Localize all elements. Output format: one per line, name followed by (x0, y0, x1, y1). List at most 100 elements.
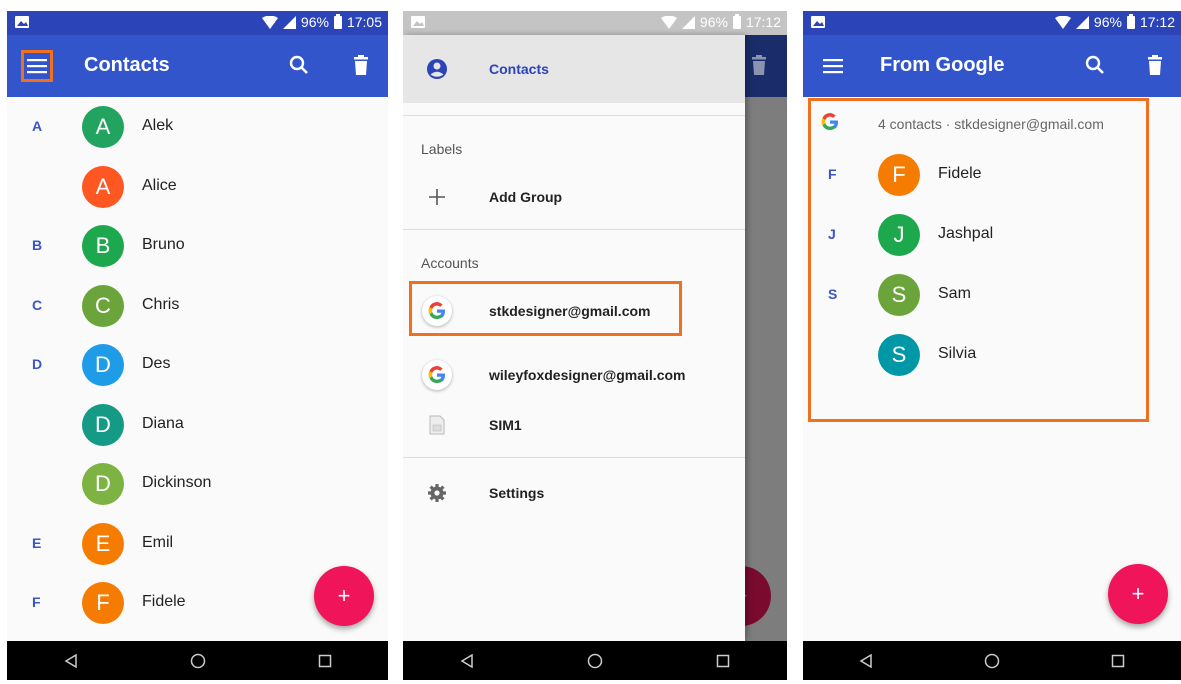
contact-row[interactable]: C C Chris (7, 276, 388, 336)
add-contact-button[interactable]: + (314, 566, 374, 626)
battery-icon (333, 13, 342, 29)
recents-icon (1111, 654, 1125, 667)
avatar: D (82, 403, 124, 446)
contact-row[interactable]: A A Alek (7, 97, 388, 157)
section-letter: A (32, 118, 43, 134)
status-bar: 96% 17:12 (803, 11, 1181, 35)
image-notification-icon (411, 16, 425, 28)
contact-name: Diana (142, 414, 184, 432)
app-bar: Contacts (7, 35, 388, 97)
battery-icon (732, 13, 741, 29)
search-icon[interactable] (1084, 54, 1106, 76)
signal-icon (1075, 15, 1089, 29)
recents-icon (318, 654, 331, 667)
hamburger-icon (823, 59, 843, 74)
recents-button[interactable] (712, 650, 734, 672)
battery-percent: 96% (300, 14, 329, 30)
image-notification-icon (811, 16, 825, 28)
contact-row[interactable]: B B Bruno (7, 216, 388, 276)
app-bar: From Google (803, 35, 1181, 97)
drawer-item-account-wileyfox[interactable]: wileyfoxdesigner@gmail.com (403, 351, 745, 399)
avatar: A (82, 106, 124, 148)
highlight-box (808, 98, 1149, 422)
navigation-drawer: Contacts Labels Add Group Accounts stkde… (403, 35, 745, 641)
highlight-box (409, 281, 682, 336)
contact-row[interactable]: D Dickinson (7, 454, 388, 514)
divider (403, 457, 745, 458)
drawer-item-sim1[interactable]: SIM1 (403, 401, 745, 449)
signal-icon (282, 15, 296, 29)
contact-name: Alek (142, 117, 174, 134)
page-title: Contacts (84, 54, 170, 76)
avatar: D (82, 463, 124, 505)
clock: 17:05 (346, 14, 382, 30)
battery-percent: 96% (1093, 14, 1122, 30)
contact-list: A A Alek A Alice B B Bruno C C Chris D D Des D Diana D Di… (7, 97, 388, 641)
image-notification-icon (15, 16, 29, 28)
contact-row[interactable]: D Diana (7, 395, 388, 455)
contact-row[interactable]: A Alice (7, 157, 388, 217)
account-circle-icon (425, 57, 449, 81)
home-icon (984, 653, 1000, 668)
search-icon[interactable] (288, 54, 310, 76)
back-icon (460, 653, 473, 668)
section-letter: F (32, 594, 41, 610)
drawer-item-contacts[interactable]: Contacts (403, 35, 745, 103)
status-bar: 96% 17:05 (7, 11, 388, 35)
battery-percent: 96% (699, 14, 728, 30)
divider (403, 229, 745, 230)
recents-button[interactable] (314, 650, 336, 672)
contact-name: Alice (142, 176, 177, 194)
delete-icon[interactable] (1144, 54, 1166, 76)
delete-icon (752, 55, 766, 75)
drawer-contacts-label: Contacts (489, 61, 549, 77)
contact-name: Bruno (142, 236, 185, 253)
contact-name: Des (142, 355, 171, 372)
labels-heading: Labels (421, 141, 463, 157)
contact-name: Emil (142, 533, 174, 551)
section-letter: D (32, 356, 43, 372)
gear-icon (425, 481, 449, 505)
add-contact-button[interactable]: + (1108, 564, 1168, 624)
drawer-screen: 96% 17:12 + Contacts Labels Add Group Ac… (403, 11, 787, 680)
status-bar: 96% 17:12 (403, 11, 787, 35)
system-nav-bar (803, 641, 1181, 680)
add-group-label: Add Group (489, 189, 563, 205)
wifi-icon (1054, 15, 1071, 29)
section-letter: B (32, 237, 43, 253)
wifi-icon (261, 15, 278, 29)
back-button[interactable] (456, 650, 478, 672)
plus-icon: + (1131, 581, 1145, 606)
menu-button[interactable] (817, 50, 849, 82)
delete-icon[interactable] (350, 54, 372, 76)
recents-button[interactable] (1107, 650, 1129, 672)
menu-button[interactable] (21, 50, 53, 82)
signal-icon (681, 15, 695, 29)
drawer-item-add-group[interactable]: Add Group (403, 173, 745, 221)
home-button[interactable] (981, 650, 1003, 672)
home-icon (190, 653, 205, 668)
settings-label: Settings (489, 485, 545, 501)
section-letter: C (32, 296, 43, 313)
recents-icon (716, 654, 730, 667)
from-google-screen: 96% 17:12 From Google 4 contacts · stkde… (803, 11, 1181, 680)
contact-row[interactable]: E E Emil (7, 514, 388, 574)
account-label: wileyfoxdesigner@gmail.com (489, 367, 686, 383)
divider (403, 115, 745, 116)
drawer-item-settings[interactable]: Settings (403, 469, 745, 517)
contacts-screen: 96% 17:05 Contacts A A Alek A Alice B B Bruno C C… (7, 11, 388, 680)
plus-icon (425, 185, 449, 209)
sim-card-icon (425, 413, 449, 437)
home-button[interactable] (584, 650, 606, 672)
home-button[interactable] (187, 650, 209, 672)
back-button[interactable] (855, 650, 877, 672)
section-letter: E (32, 534, 42, 551)
wifi-icon (660, 15, 677, 29)
back-icon (859, 653, 872, 668)
avatar: F (82, 582, 124, 624)
avatar: A (82, 165, 124, 208)
back-button[interactable] (60, 650, 82, 672)
google-icon (422, 360, 452, 390)
avatar: E (82, 522, 124, 565)
contact-row[interactable]: D D Des (7, 335, 388, 395)
